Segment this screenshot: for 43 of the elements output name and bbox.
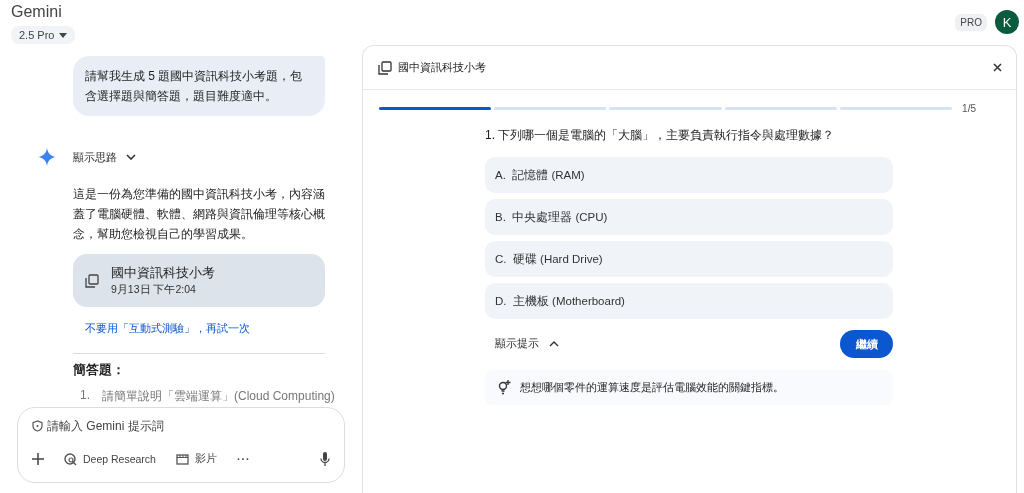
list-item-text: 請簡單說明「雲端運算」(Cloud Computing) [102, 388, 335, 405]
model-selector[interactable]: 2.5 Pro [11, 26, 76, 44]
section-heading: 簡答題： [73, 362, 126, 379]
add-button[interactable] [32, 453, 44, 465]
response-text: 這是一份為您準備的國中資訊科技小考，內容涵蓋了電腦硬體、軟體、網路與資訊倫理等核心概念，幫助您檢視自己的學習成果。 [73, 186, 325, 243]
user-message: 請幫我生成 5 題國中資訊科技小考題，包含選擇題與簡答題，題目難度適中。 [73, 56, 325, 116]
shield-icon [32, 420, 43, 432]
avatar[interactable]: K [995, 10, 1019, 34]
answer-option[interactable]: B. 中央處理器 (CPU) [485, 199, 893, 235]
question-text: 1. 下列哪一個是電腦的「大腦」，主要負責執行指令與處理數據？ [485, 127, 836, 144]
progress-counter: 1/5 [962, 103, 976, 114]
plan-badge: PRO [955, 13, 987, 31]
quiz-icon [85, 273, 99, 288]
caret-icon [59, 32, 68, 38]
video-button[interactable]: 影片 [175, 452, 217, 466]
answer-option[interactable]: C. 硬碟 (Hard Drive) [485, 241, 893, 277]
answer-option[interactable]: D. 主機板 (Motherboard) [485, 283, 893, 319]
plus-icon [32, 453, 44, 465]
microphone-icon [320, 452, 330, 466]
show-hint-toggle[interactable]: 顯示提示 [495, 337, 559, 351]
app-title: Gemini [11, 3, 63, 21]
panel-title: 國中資訊科技小考 [398, 60, 486, 75]
film-icon [175, 453, 189, 465]
list-number: 1. [80, 388, 90, 404]
close-button[interactable] [993, 63, 1002, 72]
chevron-icon [549, 341, 559, 347]
answer-option[interactable]: A. 記憶體 (RAM) [485, 157, 893, 193]
quiz-card-timestamp: 9月13日 下午2:04 [111, 281, 197, 297]
quiz-icon [378, 60, 392, 75]
continue-button[interactable]: 繼續 [840, 330, 893, 358]
deep-research-button[interactable]: Deep Research [64, 452, 156, 466]
chevron-icon [126, 154, 136, 160]
show-thoughts-toggle[interactable]: 顯示思路 [73, 149, 136, 165]
hint-text: 想想哪個零件的運算速度是評估電腦效能的關鍵指標。 [520, 380, 784, 395]
close-icon [993, 63, 1002, 72]
research-icon [64, 452, 77, 466]
sparkle-icon [38, 148, 56, 166]
quiz-card[interactable]: 國中資訊科技小考 9月13日 下午2:04 [73, 254, 325, 307]
quiz-card-title: 國中資訊科技小考 [111, 264, 215, 282]
microphone-button[interactable] [320, 452, 330, 466]
more-button[interactable]: ··· [236, 453, 251, 465]
lightbulb-icon [498, 380, 511, 395]
retry-link[interactable]: 不要用「互動式測驗」，再試一次 [85, 321, 250, 336]
